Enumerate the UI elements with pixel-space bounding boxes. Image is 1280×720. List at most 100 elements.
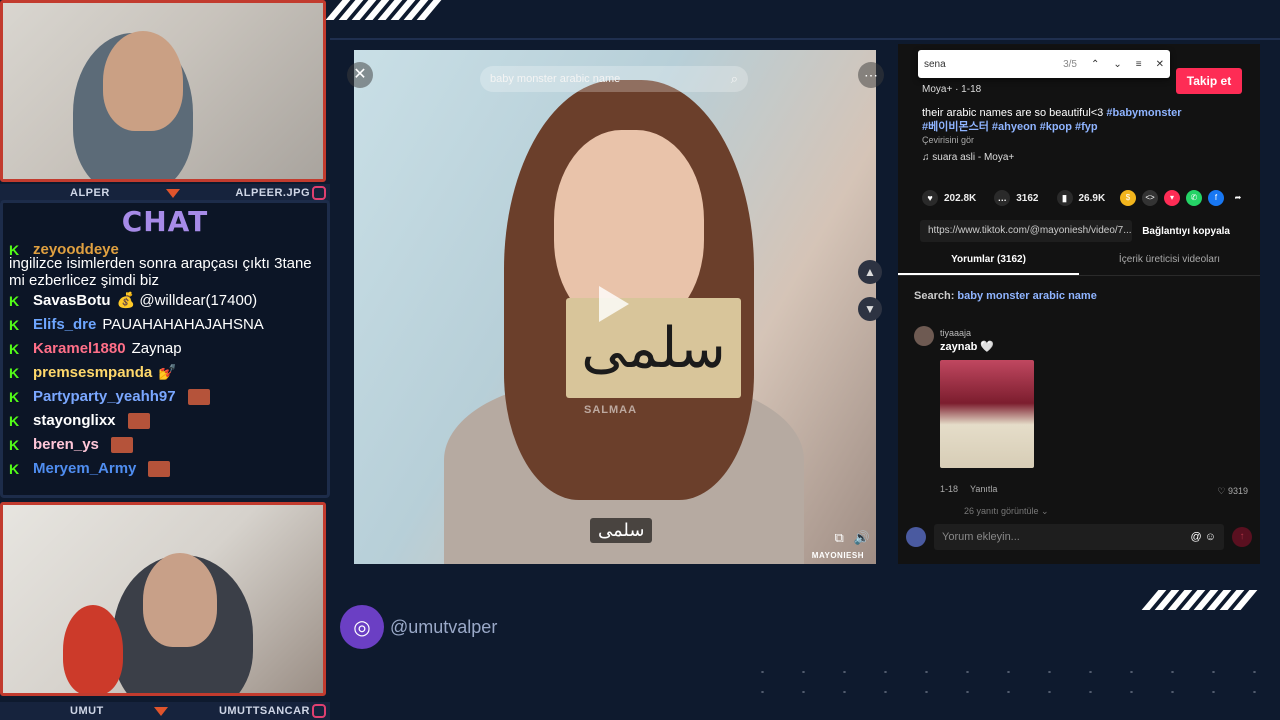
more-icon[interactable]: ⋯: [858, 62, 884, 88]
copy-link-button[interactable]: Bağlantıyı kopyala: [1132, 226, 1240, 237]
play-icon[interactable]: [599, 286, 629, 322]
streamer-face: [143, 553, 217, 647]
heart-icon[interactable]: ♥: [922, 190, 938, 206]
chat-title: CHAT: [121, 205, 209, 238]
caption-text: their arabic names are so beautiful<3: [922, 107, 1107, 119]
find-count: 3/5: [1063, 58, 1077, 70]
emote-icon: [148, 461, 171, 477]
filter-icon[interactable]: ≡: [1136, 59, 1142, 70]
find-in-page-bar[interactable]: sena 3/5 ⌃ ⌄ ≡ ✕: [918, 50, 1170, 78]
handle-text: @umutvalper: [390, 616, 498, 637]
chat-username: Karamel1880: [33, 340, 126, 357]
save-stat[interactable]: ▮ 26.9K: [1056, 190, 1105, 206]
author-line[interactable]: Moya+ · 1-18: [922, 84, 981, 95]
follow-button[interactable]: Takip et: [1176, 68, 1242, 94]
video-caption: their arabic names are so beautiful<3 #b…: [922, 106, 1222, 134]
chat-message: Kstayonglixx: [9, 409, 321, 433]
search-icon[interactable]: ⌕: [731, 71, 738, 87]
search-prefix: Search:: [914, 290, 958, 302]
find-query[interactable]: sena: [924, 59, 1049, 70]
comment-image[interactable]: [940, 360, 1034, 468]
video-link[interactable]: https://www.tiktok.com/@mayoniesh/video/…: [920, 220, 1133, 242]
close-icon[interactable]: ✕: [347, 62, 373, 88]
stripe-decoration: [325, 0, 442, 20]
chevron-down-icon[interactable]: ⌄: [1113, 59, 1121, 70]
chat-message-text: ingilizce isimlerden sonra arapçası çıkt…: [9, 255, 312, 289]
pip-icon[interactable]: ⧉: [835, 530, 844, 546]
instagram-icon: [312, 704, 326, 718]
kick-icon: K: [9, 413, 20, 429]
comment-placeholder: Yorum ekleyin...: [942, 531, 1020, 543]
hashtag-link[interactable]: #babymonster: [1106, 107, 1181, 119]
comment-stat[interactable]: … 3162: [994, 190, 1039, 206]
send-button[interactable]: ↑: [1232, 527, 1252, 547]
kick-icon: K: [9, 293, 20, 309]
link-row: https://www.tiktok.com/@mayoniesh/video/…: [920, 220, 1240, 242]
hashtag-link[interactable]: #베이비몬스터 #ahyeon #kpop #fyp: [922, 121, 1098, 133]
chat-message: K Partyparty_yeahh97: [9, 385, 321, 409]
send-icon[interactable]: ▾: [1164, 190, 1180, 206]
comment-date: 1-18: [940, 484, 959, 494]
sound-name: suara asli - Moya+: [932, 152, 1015, 163]
chat-username: SavasBotu: [33, 292, 111, 309]
chat-username: stayonglixx: [33, 412, 116, 429]
tab-creator-videos[interactable]: İçerik üreticisi videoları: [1079, 254, 1260, 275]
chat-message-text: 💰 @willdear(17400): [116, 292, 258, 309]
embed-icon[interactable]: <>: [1142, 190, 1158, 206]
chat-username: premsesmpanda: [33, 364, 153, 381]
video-player[interactable]: سلمى SALMAA baby monster arabic name ⌕ س…: [354, 50, 876, 564]
kick-icon: K: [9, 341, 20, 357]
sound-link[interactable]: ♫ suara asli - Moya+: [922, 152, 1014, 163]
view-replies-link[interactable]: 26 yanıtı görüntüle ⌄: [964, 506, 1049, 517]
chat-message-text: PAUAHAHAHAJAHSNA: [102, 316, 264, 333]
kick-icon: K: [9, 365, 20, 381]
coin-icon[interactable]: $: [1120, 190, 1136, 206]
share-icons: $ <> ▾ ✆ f ➦: [1120, 190, 1246, 206]
chevron-up-icon[interactable]: ▲: [858, 260, 882, 284]
like-stat[interactable]: ♥ 202.8K: [922, 190, 976, 206]
close-icon[interactable]: ✕: [1156, 59, 1164, 70]
chevron-down-icon[interactable]: ▼: [858, 297, 882, 321]
streamer-name: ALPER: [70, 187, 110, 199]
whatsapp-icon[interactable]: ✆: [1186, 190, 1202, 206]
mention-emoji-icons[interactable]: @ ☺: [1191, 524, 1216, 550]
comment-meta: 1-18 Yanıtla: [940, 484, 997, 494]
divider-line: [330, 38, 1280, 40]
reply-button[interactable]: Yanıtla: [970, 484, 997, 494]
translate-link[interactable]: Çevirisini gör: [922, 135, 974, 145]
chevron-up-icon[interactable]: ⌃: [1091, 59, 1099, 70]
facebook-icon[interactable]: f: [1208, 190, 1224, 206]
dot-grid-decoration: [742, 662, 1262, 710]
kick-icon: K: [9, 461, 20, 477]
comment-tabs: Yorumlar (3162) İçerik üreticisi videola…: [898, 254, 1260, 276]
volume-icon[interactable]: 🔊: [854, 530, 870, 546]
video-brand: MAYONIESH: [811, 551, 864, 560]
search-query[interactable]: baby monster arabic name: [957, 290, 1096, 302]
bookmark-icon[interactable]: ▮: [1056, 190, 1073, 206]
comment-input[interactable]: Yorum ekleyin... @ ☺: [934, 524, 1224, 550]
avatar: [906, 527, 926, 547]
share-icon[interactable]: ➦: [1230, 190, 1246, 206]
name-card: سلمى: [566, 298, 741, 398]
video-search-bar[interactable]: baby monster arabic name ⌕: [480, 66, 748, 92]
avatar[interactable]: [914, 326, 934, 346]
related-search[interactable]: Search: baby monster arabic name: [914, 290, 1097, 302]
chat-username: beren_ys: [33, 436, 99, 453]
comment-likes[interactable]: ♡ 9319: [1217, 486, 1248, 497]
comment-like-count: 9319: [1227, 486, 1248, 496]
comment-username[interactable]: tiyaaaja: [940, 328, 971, 338]
instagram-icon: [312, 186, 326, 200]
chat-message: Kpremsesmpanda 💅: [9, 361, 321, 385]
chat-message: Kberen_ys: [9, 433, 321, 457]
chat-message-text: 💅: [158, 364, 177, 381]
chat-message: K Elifs_dre PAUAHAHAHAJAHSNA: [9, 313, 321, 337]
chat-message: K SavasBotu 💰 @willdear(17400): [9, 289, 321, 313]
streamer-handle: UMUTTSANCAR: [218, 705, 310, 717]
kick-icon: K: [9, 437, 20, 453]
chat-panel: CHAT K zeyooddeye ingilizce isimlerden s…: [0, 200, 330, 498]
comment-icon[interactable]: …: [994, 190, 1011, 206]
stripe-decoration: [1141, 590, 1258, 610]
tab-comments[interactable]: Yorumlar (3162): [898, 254, 1079, 275]
kick-icon: K: [9, 317, 20, 333]
chat-message-text: Zaynap: [131, 340, 182, 357]
